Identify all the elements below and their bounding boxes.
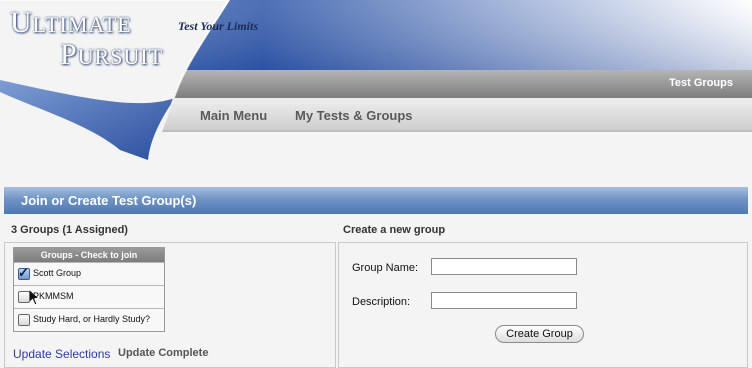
group-label: Study Hard, or Hardly Study? <box>33 314 151 324</box>
group-row: PKMMSM <box>14 285 164 308</box>
logo-text-ultimate: ULTIMATE <box>10 6 132 39</box>
logo-line-2: PURSUIT <box>60 38 163 72</box>
groups-summary: 3 Groups (1 Assigned) <box>11 224 128 236</box>
group-label: Scott Group <box>33 268 82 278</box>
site-header: ULTIMATE PURSUIT Test Your Limits Test G… <box>0 0 752 160</box>
tagline: Test Your Limits <box>178 19 259 33</box>
logo-text-pursuit: PURSUIT <box>60 38 164 71</box>
description-input[interactable] <box>431 292 577 309</box>
description-label: Description: <box>352 296 411 308</box>
logo-line-1: ULTIMATE <box>10 6 132 40</box>
checkmark-icon: ✓ <box>18 265 29 280</box>
group-row: Study Hard, or Hardly Study? <box>14 308 164 331</box>
group-checkbox-scott[interactable]: ✓ <box>18 265 30 280</box>
groups-table-header: Groups - Check to join <box>14 248 164 262</box>
nav-my-tests-groups[interactable]: My Tests & Groups <box>295 108 413 123</box>
group-checkbox-study-hard[interactable] <box>18 314 30 326</box>
breadcrumb: Test Groups <box>669 77 733 89</box>
group-label: PKMMSM <box>33 291 74 301</box>
group-checkbox-pkmmsm[interactable] <box>18 291 30 303</box>
create-group-panel: Group Name: Description: Create Group <box>338 242 748 368</box>
update-selections-link[interactable]: Update Selections <box>13 347 110 361</box>
create-group-heading: Create a new group <box>343 224 446 236</box>
groups-table: Groups - Check to join ✓ Scott Group PKM… <box>13 247 165 332</box>
section-title: Join or Create Test Group(s) <box>21 193 197 208</box>
group-name-label: Group Name: <box>352 262 419 274</box>
create-group-button[interactable]: Create Group <box>495 325 584 343</box>
group-name-input[interactable] <box>431 258 577 275</box>
join-groups-panel: Groups - Check to join ✓ Scott Group PKM… <box>4 242 336 368</box>
section-title-bar: Join or Create Test Group(s) <box>4 187 748 214</box>
update-status-text: Update Complete <box>118 347 209 359</box>
nav-main-menu[interactable]: Main Menu <box>200 108 267 123</box>
group-row: ✓ Scott Group <box>14 262 164 306</box>
